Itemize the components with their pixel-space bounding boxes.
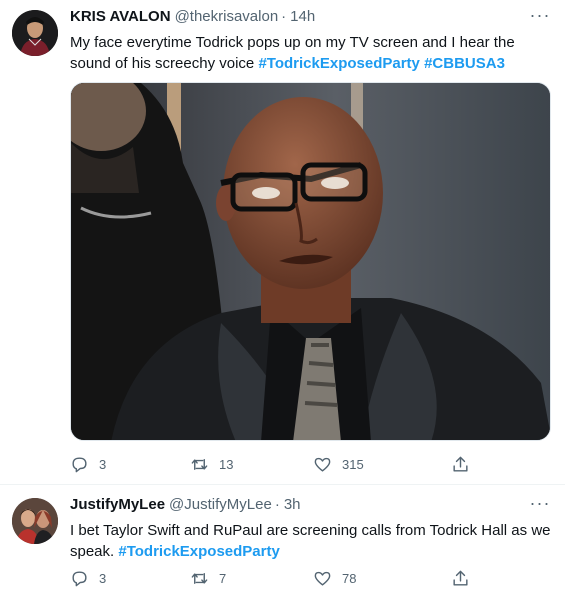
tweet-header: KRIS AVALON @thekrisavalon · 14h	[70, 8, 551, 30]
retweet-count: 7	[219, 570, 227, 586]
retweet-count: 13	[219, 456, 234, 472]
retweet-icon	[191, 572, 208, 584]
avatar[interactable]	[12, 10, 58, 56]
hashtag-link[interactable]: #TodrickExposedParty	[118, 543, 279, 560]
retweet-icon	[191, 458, 208, 470]
retweet-button[interactable]: 13	[190, 454, 313, 474]
more-options-icon[interactable]: ···	[529, 494, 551, 516]
heart-icon	[314, 571, 331, 586]
tweet-actions: 3 13 315	[70, 454, 551, 474]
like-count: 315	[342, 456, 364, 472]
tweet-body: JustifyMyLee @JustifyMyLee · 3h ··· I be…	[70, 494, 551, 562]
tweet-image[interactable]	[70, 82, 551, 441]
author-handle[interactable]: @JustifyMyLee	[169, 496, 272, 513]
tweet-card[interactable]: JustifyMyLee @JustifyMyLee · 3h ··· I be…	[0, 486, 565, 600]
avatar[interactable]	[12, 498, 58, 544]
share-button[interactable]	[451, 568, 470, 588]
like-button[interactable]: 315	[313, 454, 451, 474]
retweet-button[interactable]: 7	[190, 568, 313, 588]
share-button[interactable]	[451, 454, 470, 474]
reply-icon	[72, 456, 87, 472]
reply-button[interactable]: 3	[70, 568, 190, 588]
timestamp[interactable]: 3h	[284, 496, 301, 513]
author-name[interactable]: JustifyMyLee	[70, 496, 165, 513]
tweet-text: I bet Taylor Swift and RuPaul are screen…	[70, 520, 551, 562]
share-icon	[453, 456, 468, 472]
tweet-card[interactable]: KRIS AVALON @thekrisavalon · 14h ··· My …	[0, 0, 565, 485]
like-count: 78	[342, 570, 357, 586]
tweet-body: KRIS AVALON @thekrisavalon · 14h ··· My …	[70, 6, 551, 74]
tweet-header: JustifyMyLee @JustifyMyLee · 3h	[70, 496, 551, 518]
author-name[interactable]: KRIS AVALON	[70, 8, 171, 25]
tweet-text: My face everytime Todrick pops up on my …	[70, 32, 551, 74]
reply-count: 3	[99, 456, 107, 472]
separator: ·	[281, 8, 287, 25]
share-icon	[453, 570, 468, 586]
author-handle[interactable]: @thekrisavalon	[175, 8, 279, 25]
tweet-actions: 3 7 78	[70, 568, 551, 588]
more-options-icon[interactable]: ···	[529, 6, 551, 28]
reply-icon	[72, 570, 87, 586]
reply-count: 3	[99, 570, 107, 586]
hashtag-link[interactable]: #TodrickExposedParty	[258, 55, 419, 72]
separator: ·	[274, 496, 280, 513]
timestamp[interactable]: 14h	[290, 8, 315, 25]
reply-button[interactable]: 3	[70, 454, 190, 474]
heart-icon	[314, 457, 331, 472]
like-button[interactable]: 78	[313, 568, 451, 588]
tweet-feed: KRIS AVALON @thekrisavalon · 14h ··· My …	[0, 0, 565, 600]
hashtag-link[interactable]: #CBBUSA3	[424, 55, 505, 72]
